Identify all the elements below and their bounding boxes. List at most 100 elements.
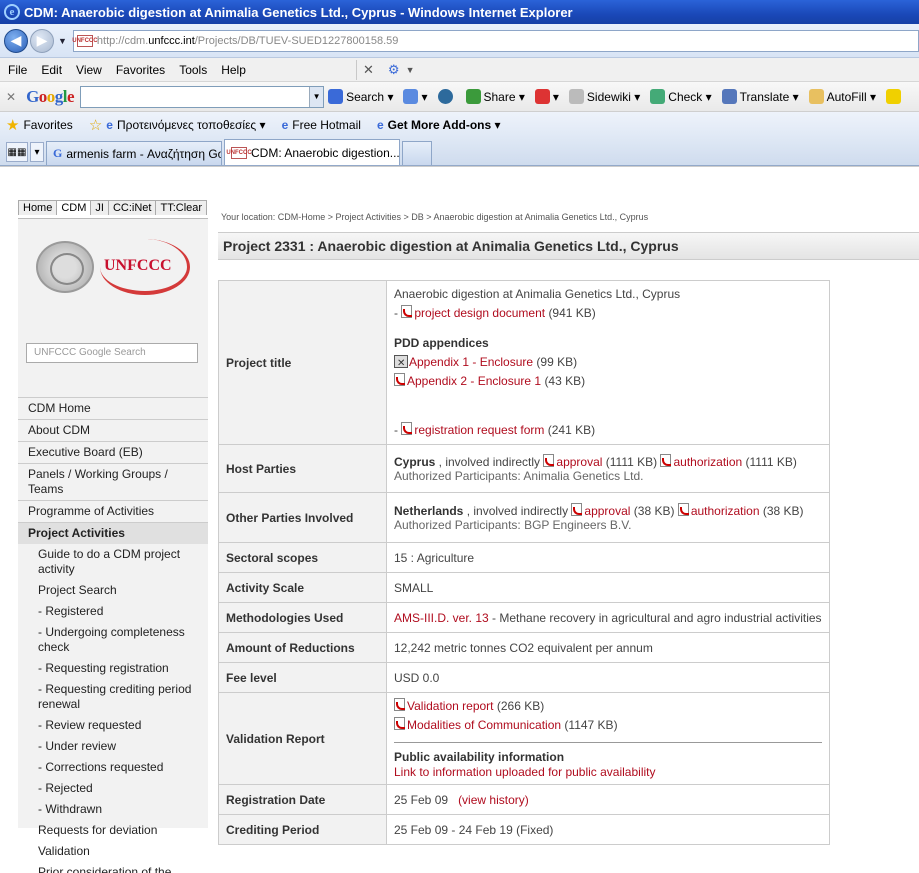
site-tab-home[interactable]: Home xyxy=(18,200,58,215)
pdd-link[interactable]: project design document xyxy=(414,306,545,320)
public-availability-heading: Public availability information xyxy=(394,750,565,764)
main-content: Your location: CDM-Home > Project Activi… xyxy=(218,212,919,845)
spellcheck-icon xyxy=(650,89,666,104)
google-search-input[interactable]: ▼ xyxy=(80,85,325,108)
nav-executive-board[interactable]: Executive Board (EB) xyxy=(18,441,208,463)
pdf-icon xyxy=(543,454,555,467)
nav-under-review[interactable]: - Under review xyxy=(18,736,208,757)
nav-project-search[interactable]: Project Search xyxy=(18,580,208,601)
public-availability-link[interactable]: Link to information uploaded for public … xyxy=(394,765,656,779)
registration-request-form-link[interactable]: registration request form xyxy=(414,423,544,437)
nav-validation[interactable]: Validation xyxy=(18,841,208,862)
menu-help[interactable]: Help xyxy=(221,63,246,77)
nav-guide[interactable]: Guide to do a CDM project activity xyxy=(18,544,208,580)
unfccc-favicon-icon: UNFCCC xyxy=(226,146,252,159)
project-info-table: Project title Anaerobic digestion at Ani… xyxy=(218,280,830,845)
host-approval-link[interactable]: approval xyxy=(556,455,602,469)
translate-button[interactable]: Translate ▾ xyxy=(721,89,799,104)
block-button[interactable]: ▾ xyxy=(534,89,559,104)
view-history-link[interactable]: (view history) xyxy=(458,793,529,807)
close-google-toolbar-icon[interactable]: ✕ xyxy=(6,90,16,104)
menu-favorites[interactable]: Favorites xyxy=(116,63,165,77)
row-value: Validation report (266 KB) Modalities of… xyxy=(386,692,830,785)
nav-panels[interactable]: Panels / Working Groups / Teams xyxy=(18,463,208,500)
url-path: /Projects/DB/TUEV-SUED1227800158.59 xyxy=(194,34,399,47)
appendix-2-link[interactable]: Appendix 2 - Enclosure 1 xyxy=(407,374,541,388)
modalities-link[interactable]: Modalities of Communication xyxy=(407,718,561,732)
quick-tabs-icon[interactable]: ▦▦ xyxy=(6,142,28,162)
nav-withdrawn[interactable]: - Withdrawn xyxy=(18,799,208,820)
unfccc-logo[interactable]: UNFCCC xyxy=(18,219,208,339)
autofill-button[interactable]: AutoFill ▾ xyxy=(808,89,876,104)
google-toolbar: ✕ Google ▼ Search ▾ ▾ Share ▾ ▾ Sidewiki… xyxy=(0,82,919,112)
nav-project-activities[interactable]: Project Activities xyxy=(18,522,208,544)
nav-requests-for-deviation[interactable]: Requests for deviation xyxy=(18,820,208,841)
nav-cdm-home[interactable]: CDM Home xyxy=(18,397,208,419)
menu-view[interactable]: View xyxy=(76,63,102,77)
google-search-dropdown-icon[interactable]: ▼ xyxy=(309,86,324,107)
plus-button[interactable]: ▾ xyxy=(403,89,428,104)
google-logo: Google xyxy=(26,86,75,106)
pdf-icon xyxy=(394,717,405,730)
addon-dropdown-icon[interactable]: ▼ xyxy=(406,65,415,75)
row-value: Netherlands , involved indirectly approv… xyxy=(386,492,830,543)
back-button[interactable]: ◀ xyxy=(4,28,28,53)
row-value: USD 0.0 xyxy=(386,662,830,693)
nav-corrections-requested[interactable]: - Corrections requested xyxy=(18,757,208,778)
site-tab-ttclear[interactable]: TT:Clear xyxy=(155,200,208,215)
table-row: Activity Scale SMALL xyxy=(218,572,830,603)
tab-armenis-farm[interactable]: Garmenis farm - Αναζήτηση Go... xyxy=(46,141,222,165)
check-button[interactable]: Check ▾ xyxy=(650,89,712,104)
logo-text: UNFCCC xyxy=(104,257,172,274)
nav-about-cdm[interactable]: About CDM xyxy=(18,419,208,441)
globe-button[interactable] xyxy=(437,89,456,104)
get-more-addons-link[interactable]: e Get More Add-ons ▾ xyxy=(377,118,501,132)
tab-cdm-project[interactable]: UNFCCCCDM: Anaerobic digestion...✕ xyxy=(224,139,400,165)
sidewiki-button[interactable]: Sidewiki ▾ xyxy=(568,89,640,104)
nav-programme-of-activities[interactable]: Programme of Activities xyxy=(18,500,208,522)
free-hotmail-link[interactable]: e Free Hotmail xyxy=(282,118,361,132)
menu-file[interactable]: File xyxy=(8,63,27,77)
site-tab-ccinet[interactable]: CC:iNet xyxy=(107,200,157,215)
appendix-1-link[interactable]: Appendix 1 - Enclosure xyxy=(409,355,533,369)
row-label: Registration Date xyxy=(218,784,387,815)
new-tab-button[interactable] xyxy=(402,141,432,165)
tab-list-dropdown-icon[interactable]: ▾ xyxy=(30,142,44,162)
methodology-link[interactable]: AMS-III.D. ver. 13 xyxy=(394,611,489,625)
site-tab-ji[interactable]: JI xyxy=(90,200,109,215)
suggested-sites-link[interactable]: ☆ e Προτεινόμενες τοποθεσίες ▾ xyxy=(89,116,266,134)
validation-report-link[interactable]: Validation report xyxy=(407,699,494,713)
site-search-input[interactable]: UNFCCC Google Search xyxy=(26,343,198,363)
close-toolbar-icon[interactable]: ✕ xyxy=(363,62,374,78)
addon-icon[interactable]: ⚙ xyxy=(388,62,400,78)
favorites-button[interactable]: ★ Favorites xyxy=(6,116,73,134)
menu-tools[interactable]: Tools xyxy=(179,63,207,77)
menu-edit[interactable]: Edit xyxy=(41,63,62,77)
forward-button[interactable]: ▶ xyxy=(30,28,54,53)
autofill-icon xyxy=(808,89,824,104)
nav-undergoing-check[interactable]: - Undergoing completeness check xyxy=(18,622,208,658)
row-label: Crediting Period xyxy=(218,814,387,845)
table-row: Registration Date 25 Feb 09 (view histor… xyxy=(218,784,830,815)
other-approval-link[interactable]: approval xyxy=(584,504,630,518)
site-tab-cdm[interactable]: CDM xyxy=(56,200,92,215)
highlight-button[interactable] xyxy=(885,89,904,104)
breadcrumb: Your location: CDM-Home > Project Activi… xyxy=(221,212,649,222)
nav-review-requested[interactable]: - Review requested xyxy=(18,715,208,736)
nav-requesting-renewal[interactable]: - Requesting crediting period renewal xyxy=(18,679,208,715)
globe-icon xyxy=(437,89,453,104)
nav-requesting-registration[interactable]: - Requesting registration xyxy=(18,658,208,679)
nav-prior-consideration[interactable]: Prior consideration of the CDM xyxy=(18,862,208,873)
google-search-button[interactable]: Search ▾ xyxy=(328,89,393,104)
table-row: Project title Anaerobic digestion at Ani… xyxy=(218,280,830,445)
other-authorization-link[interactable]: authorization xyxy=(691,504,760,518)
history-dropdown-icon[interactable]: ▼ xyxy=(58,36,67,46)
nav-rejected[interactable]: - Rejected xyxy=(18,778,208,799)
row-value: 25 Feb 09 (view history) xyxy=(386,784,830,815)
share-button[interactable]: Share ▾ xyxy=(465,89,525,104)
un-emblem-icon xyxy=(36,241,94,293)
popup-block-icon xyxy=(534,89,550,104)
url-input[interactable]: UNFCCC http://cdm. unfccc.int/Projects/DB… xyxy=(72,29,919,52)
host-authorization-link[interactable]: authorization xyxy=(673,455,742,469)
nav-registered[interactable]: - Registered xyxy=(18,601,208,622)
